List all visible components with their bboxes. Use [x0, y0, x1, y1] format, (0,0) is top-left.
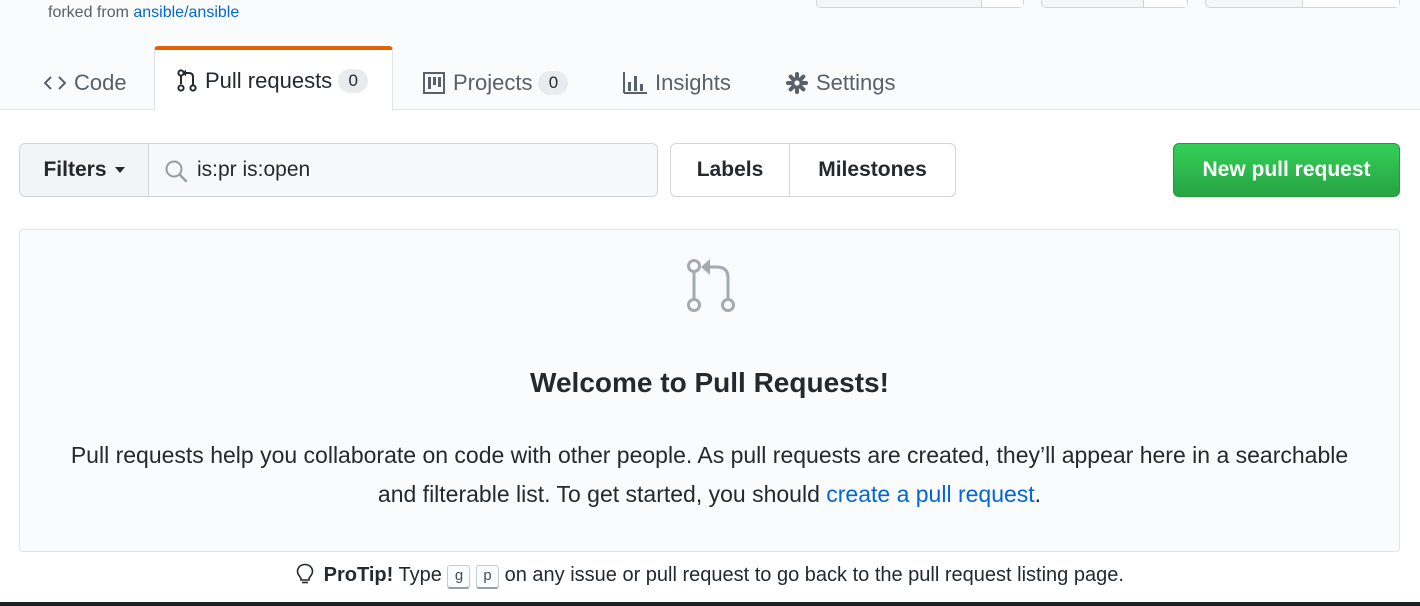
- star-count[interactable]: [1143, 0, 1187, 7]
- gear-icon: [786, 72, 808, 94]
- forked-from-label: forked from: [48, 4, 129, 21]
- search-input[interactable]: [197, 152, 637, 188]
- tab-projects[interactable]: Projects 0: [423, 56, 569, 110]
- pull-requests-counter: 0: [338, 68, 369, 93]
- shortcut-key-p: p: [476, 565, 500, 589]
- tab-insights[interactable]: Insights: [623, 56, 731, 110]
- projects-counter: 0: [538, 71, 569, 95]
- tab-projects-label: Projects: [453, 70, 533, 95]
- filters-label: Filters: [43, 158, 107, 181]
- watch-count[interactable]: [981, 0, 1023, 7]
- fork-count[interactable]: [1302, 0, 1399, 7]
- empty-state-description: Pull requests help you collaborate on co…: [50, 436, 1369, 514]
- tab-pull-requests-label: Pull requests: [205, 67, 333, 93]
- tab-pull-requests[interactable]: Pull requests 0: [154, 46, 394, 111]
- labels-milestones-group: Labels Milestones: [670, 143, 956, 197]
- repo-header: forked from ansible/ansible Code Pull re…: [0, 0, 1420, 111]
- filters-button[interactable]: Filters: [19, 143, 149, 197]
- light-bulb-icon: [296, 563, 314, 591]
- search-icon: [164, 159, 188, 188]
- fork-button-group[interactable]: [1205, 0, 1400, 8]
- caret-down-icon: [114, 167, 125, 173]
- tab-code-label: Code: [74, 70, 127, 95]
- create-pull-request-link[interactable]: create a pull request: [826, 481, 1034, 507]
- pull-request-icon: [686, 256, 742, 321]
- forked-from-link[interactable]: ansible/ansible: [133, 4, 239, 21]
- project-icon: [423, 72, 445, 94]
- shortcut-key-g: g: [447, 565, 471, 589]
- empty-state: Welcome to Pull Requests! Pull requests …: [19, 229, 1400, 552]
- graph-icon: [623, 72, 647, 94]
- empty-state-title: Welcome to Pull Requests!: [530, 367, 889, 398]
- protip: ProTip! Type g p on any issue or pull re…: [0, 563, 1420, 591]
- code-icon: [44, 76, 66, 90]
- tab-settings[interactable]: Settings: [786, 56, 896, 110]
- protip-label: ProTip!: [323, 564, 394, 586]
- protip-type-text: Type: [398, 564, 442, 586]
- star-button-group[interactable]: [1041, 0, 1188, 8]
- labels-button[interactable]: Labels: [671, 144, 790, 196]
- tab-code[interactable]: Code: [44, 56, 127, 110]
- watch-button-group[interactable]: [816, 0, 1024, 8]
- tab-insights-label: Insights: [655, 70, 731, 95]
- empty-state-text-end: .: [1034, 481, 1042, 507]
- pull-request-icon: [177, 68, 197, 93]
- tab-settings-label: Settings: [816, 70, 896, 95]
- search-box[interactable]: [148, 143, 658, 197]
- empty-state-text: Pull requests help you collaborate on co…: [70, 442, 1349, 507]
- milestones-button[interactable]: Milestones: [790, 144, 955, 196]
- protip-description: on any issue or pull request to go back …: [504, 564, 1124, 586]
- forked-from-text: forked from ansible/ansible: [48, 4, 239, 22]
- new-pull-request-button[interactable]: New pull request: [1173, 143, 1400, 197]
- window-bottom-border: [0, 602, 1420, 606]
